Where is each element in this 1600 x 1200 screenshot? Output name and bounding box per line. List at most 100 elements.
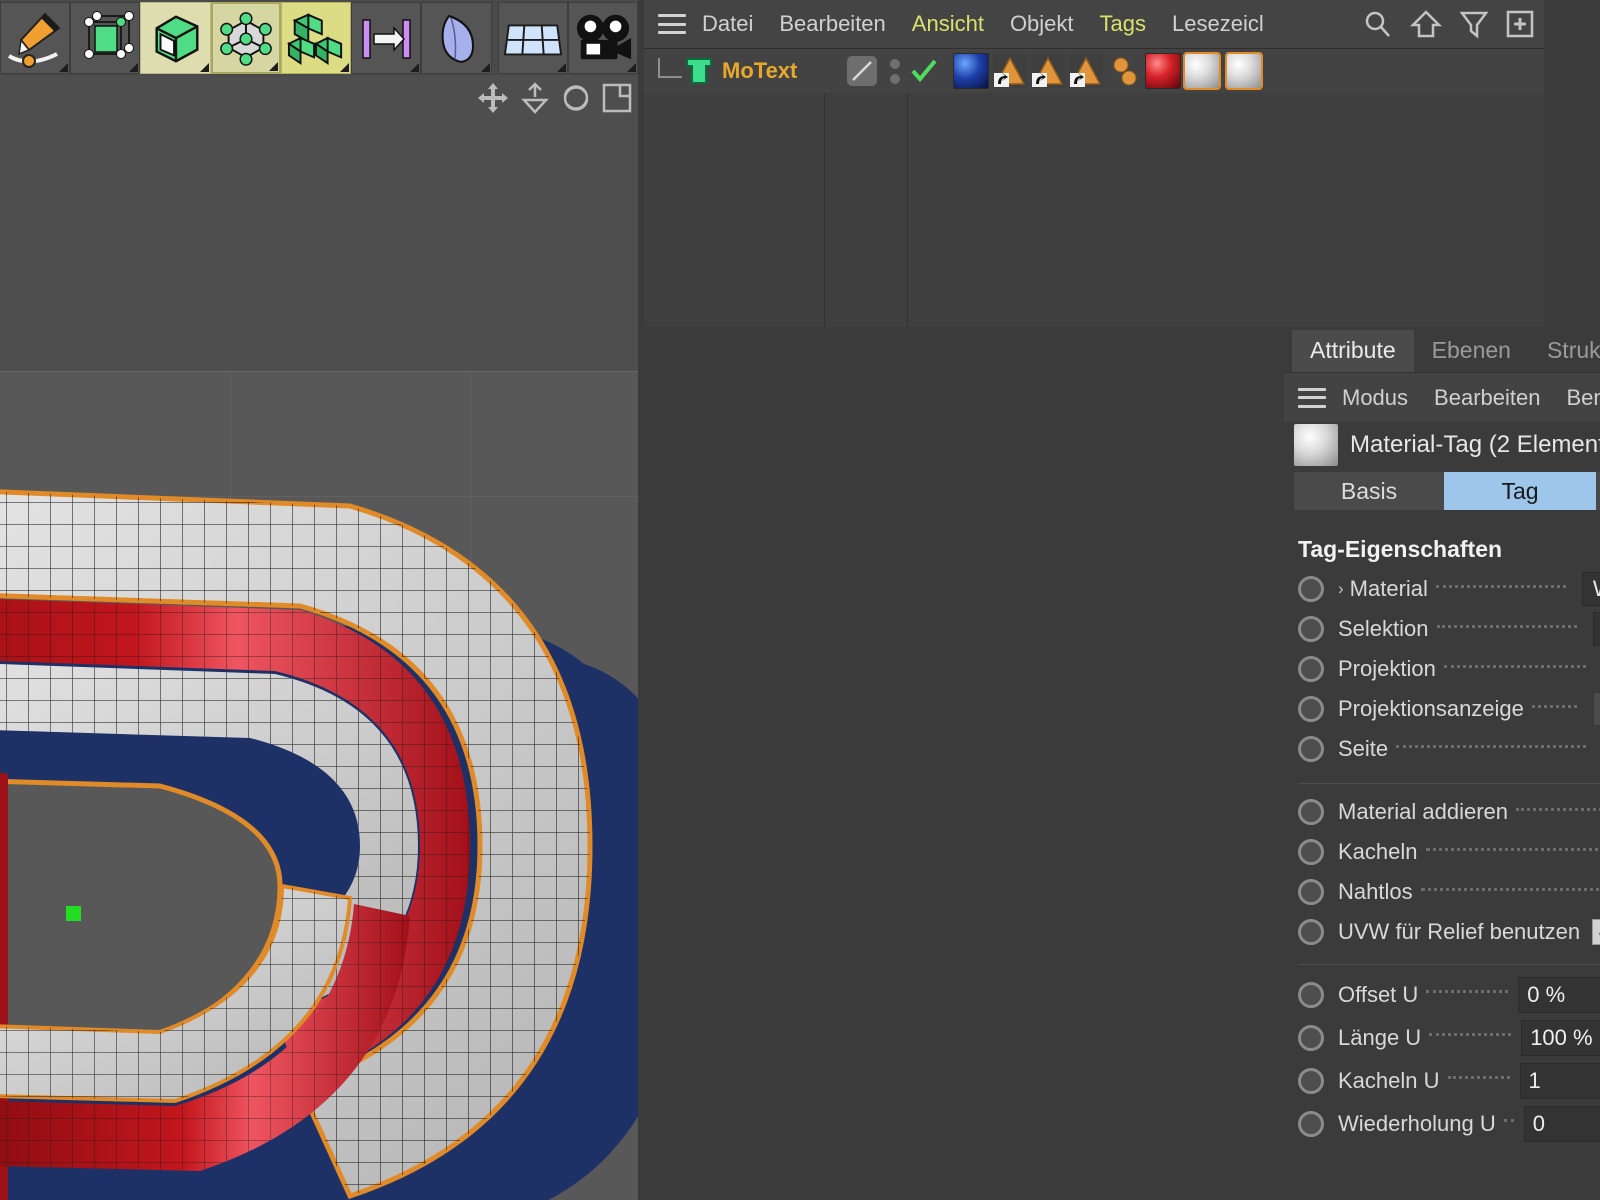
animation-dot-selektion[interactable]: [1298, 616, 1324, 642]
menu-item-bearbeiten[interactable]: Bearbeiten: [779, 11, 885, 37]
viewport-3d[interactable]: [0, 76, 638, 1200]
numeric-row-laenge: Länge U 100 % ▴▾ Länge V 100 % ▴: [1284, 1016, 1600, 1059]
search-icon[interactable]: [1362, 9, 1392, 39]
cache-proxy-tag-3-icon[interactable]: [1069, 54, 1104, 88]
animation-dot-wiederholung-u[interactable]: [1298, 1110, 1324, 1137]
menu-icon[interactable]: [1298, 387, 1326, 408]
edges-mode-tool-button[interactable]: [140, 2, 211, 74]
viewport-nav-icons[interactable]: [476, 76, 632, 120]
material-tag-red-icon[interactable]: [1145, 53, 1182, 89]
3d-text-object[interactable]: [0, 326, 638, 1200]
subtab-koordinaten[interactable]: Koordinaten: [1596, 472, 1600, 510]
animation-dot-seite[interactable]: [1298, 736, 1324, 762]
menu-item-datei[interactable]: Datei: [702, 11, 753, 37]
separator: [1298, 783, 1600, 784]
menu-item-modus[interactable]: Modus: [1342, 385, 1408, 411]
move-icon[interactable]: [476, 81, 510, 115]
value-kacheln-u: 1: [1528, 1067, 1541, 1093]
deformer-tool-button[interactable]: [421, 2, 492, 74]
label-uvw-relief: UVW für Relief benutzen: [1338, 919, 1581, 944]
check-icon[interactable]: [909, 56, 939, 86]
field-laenge-u[interactable]: 100 % ▴▾: [1521, 1019, 1600, 1056]
dot-column-icon[interactable]: [887, 54, 903, 88]
numeric-cell-laenge-u[interactable]: Länge U 100 % ▴▾: [1284, 1019, 1600, 1056]
attribute-subtabs: Basis Tag Koordinaten: [1294, 472, 1600, 510]
numeric-cell-wiederholung-u[interactable]: Wiederholung U 0 ▴▾: [1284, 1105, 1600, 1142]
tool-corner-marker: [340, 63, 350, 72]
menu-item-objekt[interactable]: Objekt: [1010, 11, 1074, 37]
property-row-uvw-relief[interactable]: UVW für Relief benutzen ✓: [1284, 912, 1600, 952]
menu-item-ansicht[interactable]: Ansicht: [912, 11, 984, 37]
material-tag-white-1-icon[interactable]: [1183, 52, 1222, 90]
cache-proxy-tag-2-icon[interactable]: [1031, 54, 1066, 88]
object-row-motext[interactable]: MoText: [644, 49, 1544, 93]
numeric-cell-kacheln-u[interactable]: Kacheln U 1 ▴▾: [1284, 1062, 1600, 1099]
model-mode-tool-button[interactable]: [280, 2, 352, 74]
property-row-seite[interactable]: Seite Beide ▾: [1284, 729, 1600, 769]
property-row-material-addieren[interactable]: Material addieren: [1284, 792, 1600, 832]
layout-icon[interactable]: [602, 83, 632, 113]
spline-pen-tool-button[interactable]: [0, 2, 71, 74]
menu-item-tags[interactable]: Tags: [1100, 11, 1146, 37]
label-laenge-u: Länge U: [1338, 1024, 1422, 1050]
animation-dot-laenge-u[interactable]: [1298, 1024, 1324, 1051]
menu-icon[interactable]: [658, 14, 686, 34]
menu-item-bearbeiten[interactable]: Bearbeiten: [1434, 385, 1540, 411]
property-row-projektionsanzeige[interactable]: Projektionsanzeige Einfach ▾: [1284, 689, 1600, 729]
animation-dot-kacheln[interactable]: [1298, 839, 1324, 865]
property-row-selektion[interactable]: Selektion <<Verschiedene Werte>>: [1284, 609, 1600, 649]
rotate-icon[interactable]: [560, 82, 592, 114]
object-manager-body[interactable]: MoText: [644, 48, 1544, 327]
field-offset-u[interactable]: 0 % ▴▾: [1518, 976, 1600, 1013]
home-icon[interactable]: [1410, 9, 1442, 39]
filter-icon[interactable]: [1460, 9, 1488, 39]
selektion-field[interactable]: <<Verschiedene Werte>>: [1592, 612, 1600, 646]
animation-dot-material-addieren[interactable]: [1298, 799, 1324, 825]
animation-dot-kacheln-u[interactable]: [1298, 1067, 1324, 1094]
grid-tool-button[interactable]: [497, 2, 568, 74]
property-row-nahtlos[interactable]: Nahtlos: [1284, 872, 1600, 912]
tab-attribute[interactable]: Attribute: [1292, 330, 1414, 372]
object-manager: Datei Bearbeiten Ansicht Objekt Tags Les…: [644, 0, 1544, 327]
property-row-material[interactable]: › Material Weiss ▾: [1284, 569, 1600, 609]
scale-icon[interactable]: [520, 81, 550, 115]
tool-corner-marker: [480, 63, 490, 72]
field-wiederholung-u[interactable]: 0 ▴▾: [1523, 1105, 1600, 1142]
label-projektion: Projektion: [1338, 656, 1436, 681]
property-row-kacheln[interactable]: Kacheln ✓: [1284, 832, 1600, 872]
animation-dot-offset-u[interactable]: [1298, 981, 1324, 1008]
numeric-cell-offset-u[interactable]: Offset U 0 % ▴▾: [1284, 976, 1600, 1013]
subtab-tag[interactable]: Tag: [1444, 472, 1596, 510]
animation-dot-nahtlos[interactable]: [1298, 879, 1324, 905]
field-kacheln-u[interactable]: 1 ▴▾: [1519, 1062, 1600, 1099]
axis-mode-tool-button[interactable]: [351, 2, 422, 74]
visibility-toggle-icon[interactable]: [845, 54, 879, 88]
attribute-content: Tag-Eigenschaften › Material Weiss ▾: [1284, 520, 1600, 1200]
attribute-header: Material-Tag (2 Elemente) [Material, Mat…: [1284, 422, 1600, 468]
animation-dot-projektion[interactable]: [1298, 656, 1324, 682]
subtab-basis[interactable]: Basis: [1294, 472, 1444, 510]
mograph-selection-tag-icon[interactable]: [1107, 54, 1141, 88]
section-title: Tag-Eigenschaften: [1298, 536, 1503, 562]
menu-item-benutzer[interactable]: Benutzer: [1566, 385, 1600, 411]
polygons-mode-tool-button[interactable]: [210, 2, 281, 74]
points-mode-tool-button[interactable]: [70, 2, 141, 74]
checkbox-uvw-relief[interactable]: ✓: [1592, 919, 1600, 945]
camera-tool-button[interactable]: [567, 2, 638, 74]
add-panel-icon[interactable]: [1506, 9, 1534, 39]
tab-ebenen[interactable]: Ebenen: [1414, 330, 1529, 372]
cache-proxy-tag-1-icon[interactable]: [993, 54, 1028, 88]
label-offset-u: Offset U: [1338, 981, 1419, 1007]
tag-strip: [953, 52, 1265, 90]
animation-dot-projektionsanzeige[interactable]: [1298, 696, 1324, 722]
chevron-right-icon[interactable]: ›: [1338, 579, 1344, 599]
animation-dot-material[interactable]: [1298, 576, 1324, 602]
material-link-field[interactable]: Weiss: [1581, 572, 1600, 606]
property-row-projektion[interactable]: Projektion UVW-Mapping ▾: [1284, 649, 1600, 689]
material-tag-blue-icon[interactable]: [953, 53, 990, 89]
projektionsanzeige-dropdown[interactable]: Einfach ▾: [1592, 692, 1600, 726]
tab-struktur[interactable]: Struktur: [1529, 330, 1600, 372]
animation-dot-uvw-relief[interactable]: [1298, 919, 1324, 945]
menu-item-lesezeichen[interactable]: Lesezeicl: [1172, 11, 1264, 37]
material-tag-white-2-icon[interactable]: [1225, 52, 1264, 90]
